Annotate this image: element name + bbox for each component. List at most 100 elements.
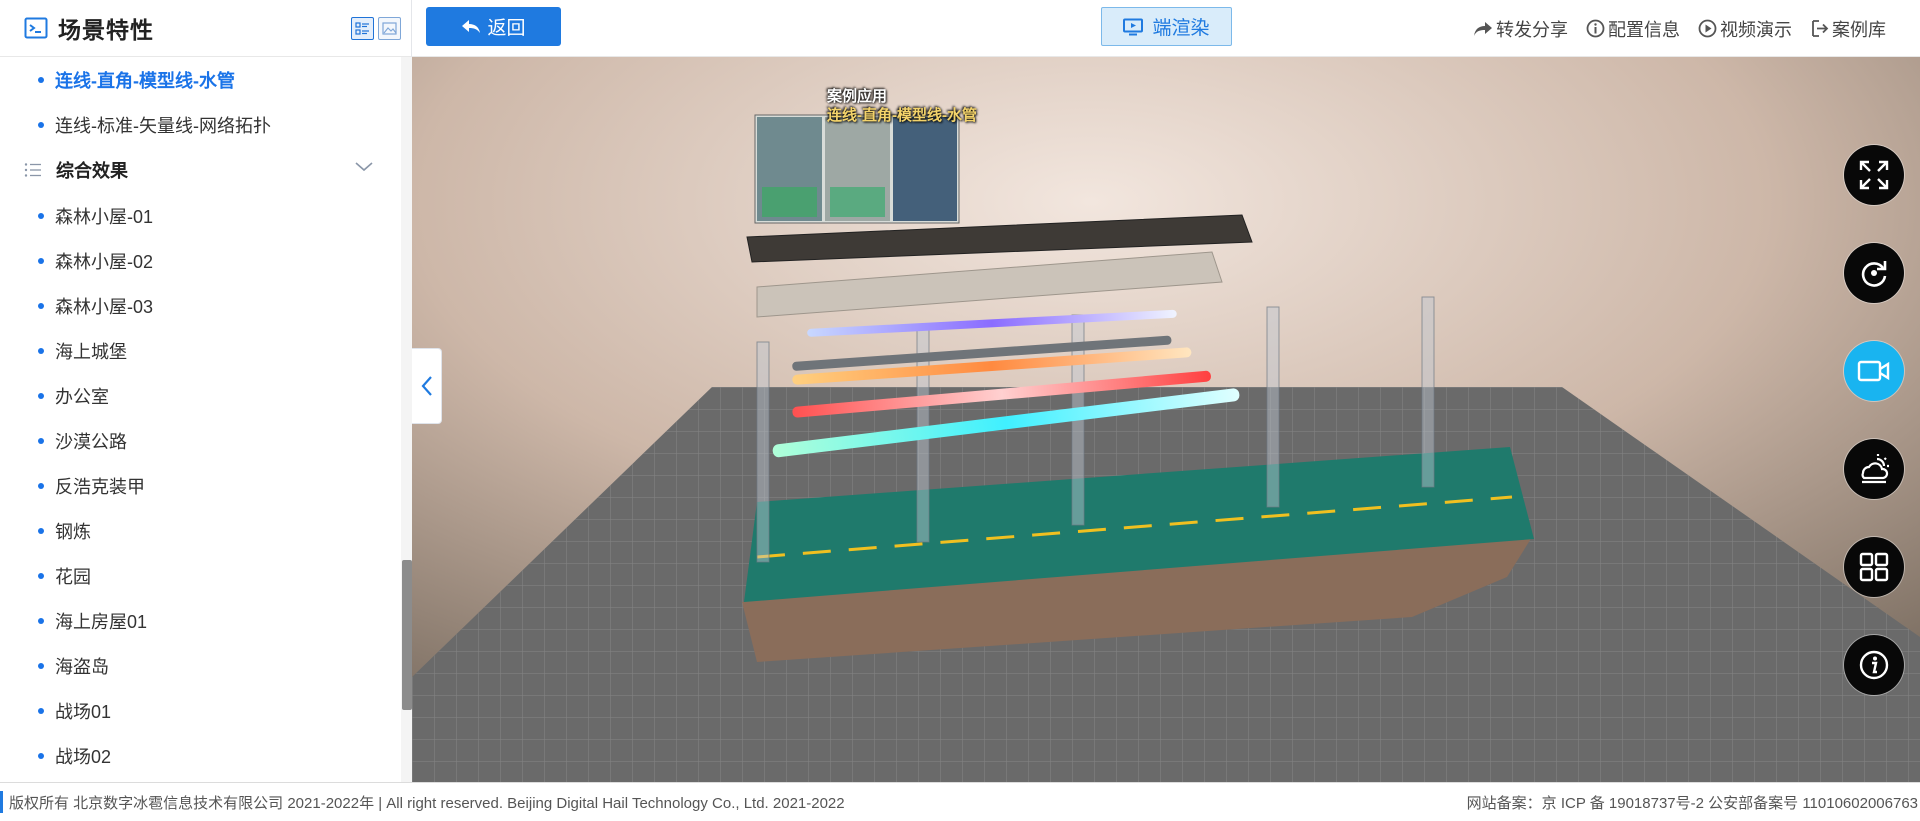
sidebar-item-label: 沙漠公路 xyxy=(55,431,127,452)
sidebar-item-label: 海盗岛 xyxy=(55,656,109,677)
list-icon xyxy=(24,163,41,177)
bullet-dot xyxy=(38,662,44,669)
sidebar-item-label: 森林小屋-02 xyxy=(55,251,154,272)
config-info-label: 配置信息 xyxy=(1608,19,1680,40)
sidebar-item[interactable]: 海上城堡 xyxy=(0,328,400,373)
bullet-dot xyxy=(38,121,44,128)
sidebar-item[interactable]: 花园 xyxy=(0,553,400,598)
bullet-dot xyxy=(38,437,44,444)
grid-layout-button[interactable] xyxy=(1844,537,1904,597)
bullet-dot xyxy=(38,482,44,489)
video-camera-button[interactable] xyxy=(1844,341,1904,401)
sidebar-item[interactable]: 森林小屋-01 xyxy=(0,193,400,238)
footer-copyright: 版权所有 北京数字冰雹信息技术有限公司 2021-2022年 | All rig… xyxy=(9,794,845,812)
scene-caption: 案例应用 连线-直角-模型线-水管 xyxy=(827,87,977,125)
sidebar: 场景特性 连线-直角-模型线-水管 连线-标准-矢量线-网络拓扑 综合效果 森林… xyxy=(0,0,412,782)
sidebar-item-label: 办公室 xyxy=(55,386,109,407)
weather-button[interactable] xyxy=(1844,439,1904,499)
sidebar-title: 场景特性 xyxy=(58,17,154,43)
rotate-icon xyxy=(1861,261,1887,287)
sidebar-group-items: 森林小屋-01 森林小屋-02 森林小屋-03 海上城堡办公室沙漠公路反浩克装甲钢炼花… xyxy=(0,193,400,778)
share-button[interactable]: 转发分享 xyxy=(1473,16,1568,42)
sidebar-item-label: 钢炼 xyxy=(55,521,91,542)
sidebar-item-label: 森林小屋-03 xyxy=(55,296,154,317)
info-button[interactable] xyxy=(1844,635,1904,695)
list-view-icon xyxy=(355,22,369,35)
sidebar-item[interactable]: 连线-标准-矢量线-网络拓扑 xyxy=(0,102,400,147)
bullet-dot xyxy=(38,257,44,264)
sidebar-item[interactable]: 办公室 xyxy=(0,373,400,418)
sidebar-item-label: 战场02 xyxy=(55,746,112,767)
back-button[interactable]: 返回 xyxy=(426,7,561,46)
sidebar-item[interactable]: 海盗岛 xyxy=(0,643,400,688)
video-camera-icon xyxy=(1857,360,1890,382)
bullet-dot xyxy=(38,527,44,534)
back-arrow-icon xyxy=(462,19,481,33)
bullet-dot xyxy=(38,347,44,354)
chevron-down-icon[interactable] xyxy=(354,160,374,174)
sidebar-item[interactable]: 森林小屋-03 xyxy=(0,283,400,328)
sidebar-item-label: 连线-直角-模型线-水管 xyxy=(55,70,235,91)
fullscreen-icon xyxy=(1859,160,1889,190)
top-actions: 转发分享 配置信息 视频演示 案例库 xyxy=(1473,0,1886,57)
bullet-dot xyxy=(38,212,44,219)
config-info-button[interactable]: 配置信息 xyxy=(1586,16,1680,42)
scene-caption-title: 案例应用 xyxy=(827,88,888,105)
sidebar-item[interactable]: 沙漠公路 xyxy=(0,418,400,463)
sidebar-item-label: 花园 xyxy=(55,566,91,587)
view-toggle xyxy=(351,17,401,40)
collapse-sidebar-button[interactable] xyxy=(412,348,442,424)
bullet-dot xyxy=(38,302,44,309)
weather-icon xyxy=(1861,454,1889,484)
info-circle-icon xyxy=(1586,19,1605,38)
monitor-icon xyxy=(1123,18,1144,35)
scene-caption-subtitle: 连线-直角-模型线-水管 xyxy=(827,107,977,124)
sidebar-item[interactable]: 反浩克装甲 xyxy=(0,463,400,508)
bullet-dot xyxy=(38,392,44,399)
list-view-button[interactable] xyxy=(351,17,374,40)
terminal-icon xyxy=(24,17,48,39)
video-demo-button[interactable]: 视频演示 xyxy=(1698,16,1792,42)
chevron-left-icon xyxy=(421,376,432,396)
bullet-dot xyxy=(38,617,44,624)
sidebar-item-label: 森林小屋-01 xyxy=(55,206,154,227)
footer-accent-bar xyxy=(0,791,3,813)
bullet-dot xyxy=(38,572,44,579)
share-label: 转发分享 xyxy=(1496,19,1568,40)
sidebar-item[interactable]: 连线-直角-模型线-水管 xyxy=(0,57,400,102)
app-root: 场景特性 连线-直角-模型线-水管 连线-标准-矢量线-网络拓扑 综合效果 森林… xyxy=(0,0,1920,821)
bullet-dot xyxy=(38,76,44,83)
render-mode-label: 端渲染 xyxy=(1152,18,1210,39)
image-view-icon xyxy=(382,22,397,35)
sidebar-group-label: 综合效果 xyxy=(56,161,128,181)
bullet-dot xyxy=(38,707,44,714)
sidebar-group-header[interactable]: 综合效果 xyxy=(0,147,400,193)
top-toolbar: 返回 端渲染 转发分享 配置信息 视频演示 案例库 xyxy=(412,0,1920,57)
scene-render[interactable] xyxy=(412,57,1920,782)
sidebar-item[interactable]: 森林小屋-02 xyxy=(0,238,400,283)
footer-icp: 网站备案：京 ICP 备 19018737号-2 公安部备案号 11010602… xyxy=(1466,794,1918,812)
sidebar-header: 场景特性 xyxy=(0,0,411,57)
sidebar-item-label: 海上城堡 xyxy=(55,341,127,362)
scene-viewport[interactable]: 案例应用 连线-直角-模型线-水管 xyxy=(412,57,1920,782)
sidebar-item[interactable]: 钢炼 xyxy=(0,508,400,553)
sidebar-scrollbar-thumb[interactable] xyxy=(402,560,412,710)
case-library-label: 案例库 xyxy=(1832,19,1886,40)
render-mode-button[interactable]: 端渲染 xyxy=(1101,7,1232,46)
rotate-button[interactable] xyxy=(1844,243,1904,303)
case-library-button[interactable]: 案例库 xyxy=(1810,16,1886,42)
sidebar-item[interactable]: 海上房屋01 xyxy=(0,598,400,643)
export-icon xyxy=(1812,20,1829,37)
image-view-button[interactable] xyxy=(378,17,401,40)
bullet-dot xyxy=(38,752,44,759)
fullscreen-button[interactable] xyxy=(1844,145,1904,205)
grid-icon xyxy=(1859,552,1889,582)
sidebar-item[interactable]: 战场01 xyxy=(0,688,400,733)
sidebar-item-label: 连线-标准-矢量线-网络拓扑 xyxy=(55,115,271,136)
sidebar-item[interactable]: 战场02 xyxy=(0,733,400,778)
share-icon xyxy=(1474,21,1492,36)
info-icon xyxy=(1859,650,1889,680)
sidebar-item-label: 海上房屋01 xyxy=(55,611,148,632)
footer: 版权所有 北京数字冰雹信息技术有限公司 2021-2022年 | All rig… xyxy=(0,782,1920,821)
sidebar-item-label: 反浩克装甲 xyxy=(55,476,145,497)
